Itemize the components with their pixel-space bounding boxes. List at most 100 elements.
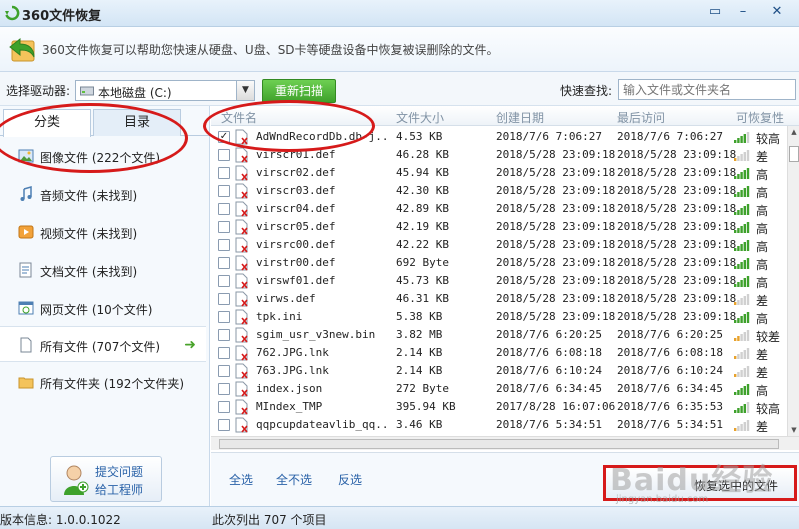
signal-bars-icon	[734, 366, 750, 377]
table-row[interactable]: sgim_usr_v3new.bin 3.82 MB 2018/7/6 6:20:2…	[211, 326, 787, 344]
file-size: 4.53 KB	[396, 130, 443, 143]
category-images[interactable]: 图像文件 (222个文件)	[0, 138, 206, 174]
row-checkbox[interactable]	[218, 221, 230, 233]
table-row[interactable]: virswf01.def 45.73 KB 2018/5/28 23:09:18 20…	[211, 272, 787, 290]
table-row[interactable]: virscr05.def 42.19 KB 2018/5/28 23:09:18 20…	[211, 218, 787, 236]
table-row[interactable]: virscr04.def 42.89 KB 2018/5/28 23:09:18 20…	[211, 200, 787, 218]
table-row[interactable]: MIndex_TMP 395.94 KB 2017/8/28 16:07:06 201…	[211, 398, 787, 416]
file-size: 42.89 KB	[396, 202, 449, 215]
close-button[interactable]: ✕	[766, 2, 788, 22]
accessed-date: 2018/5/28 23:09:18	[617, 256, 737, 269]
signal-bars-icon	[734, 258, 750, 269]
drive-select[interactable]: 本地磁盘 (C:) ▼	[75, 80, 255, 101]
row-checkbox[interactable]	[218, 167, 230, 179]
table-row[interactable]: virws.def 46.31 KB 2018/5/28 23:09:18 2018/…	[211, 290, 787, 308]
file-size: 2.14 KB	[396, 346, 443, 359]
signal-bars-icon	[734, 402, 750, 413]
table-row[interactable]: tpk.ini 5.38 KB 2018/5/28 23:09:18 2018/5/2…	[211, 308, 787, 326]
table-row[interactable]: virscr03.def 42.30 KB 2018/5/28 23:09:18 20…	[211, 182, 787, 200]
created-date: 2018/7/6 6:34:45	[496, 382, 602, 395]
invert-selection-link[interactable]: 反选	[338, 471, 362, 488]
file-size: 42.22 KB	[396, 238, 449, 251]
row-checkbox[interactable]	[218, 293, 230, 305]
search-input[interactable]	[618, 79, 796, 100]
feedback-line2: 给工程师	[95, 483, 144, 497]
row-checkbox[interactable]	[218, 257, 230, 269]
engineer-icon	[64, 465, 89, 495]
tab-category[interactable]: 分类	[3, 109, 91, 137]
table-row[interactable]: 762.JPG.lnk 2.14 KB 2018/7/6 6:08:18 2018/7…	[211, 344, 787, 362]
deleted-file-icon	[235, 147, 248, 163]
row-checkbox[interactable]	[218, 347, 230, 359]
row-checkbox[interactable]	[218, 275, 230, 287]
file-name: virsrc00.def	[256, 238, 336, 251]
deleted-file-icon	[235, 345, 248, 361]
file-name: virws.def	[256, 292, 316, 305]
horizontal-scrollbar[interactable]	[211, 436, 799, 450]
row-checkbox[interactable]	[218, 419, 230, 431]
table-row[interactable]: virscr01.def 46.28 KB 2018/5/28 23:09:18 20…	[211, 146, 787, 164]
category-video[interactable]: 视频文件 (未找到)	[0, 214, 206, 250]
category-web[interactable]: 网页文件 (10个文件)	[0, 290, 206, 326]
column-header-name[interactable]: 文件名	[221, 109, 257, 126]
table-row[interactable]: 763.JPG.lnk 2.14 KB 2018/7/6 6:10:24 2018/7…	[211, 362, 787, 380]
app-logo-icon	[5, 5, 20, 21]
rescan-button[interactable]: 重新扫描	[262, 79, 336, 103]
select-all-link[interactable]: 全选	[229, 471, 253, 488]
vertical-scrollbar[interactable]: ▲ ▼	[787, 126, 799, 436]
version-info: 版本信息: 1.0.0.1022	[0, 513, 121, 527]
column-header-created[interactable]: 创建日期	[496, 109, 544, 126]
accessed-date: 2018/7/6 5:34:51	[617, 418, 723, 431]
scroll-down-icon[interactable]: ▼	[788, 424, 799, 436]
accessed-date: 2018/5/28 23:09:18	[617, 238, 737, 251]
row-checkbox[interactable]	[218, 365, 230, 377]
banner-text: 360文件恢复可以帮助您快速从硬盘、U盘、SD卡等硬盘设备中恢复被误删除的文件。	[42, 43, 499, 57]
category-audio[interactable]: 音频文件 (未找到)	[0, 176, 206, 212]
deleted-file-icon	[235, 201, 248, 217]
file-name: virscr01.def	[256, 148, 336, 161]
row-checkbox[interactable]	[218, 203, 230, 215]
table-row[interactable]: qqpcupdateavlib_qq... 3.46 KB 2018/7/6 5:3…	[211, 416, 787, 434]
row-checkbox[interactable]	[218, 185, 230, 197]
table-row[interactable]: virscr02.def 45.94 KB 2018/5/28 23:09:18 20…	[211, 164, 787, 182]
row-checkbox[interactable]	[218, 329, 230, 341]
signal-bars-icon	[734, 168, 750, 179]
table-row[interactable]: ✓ AdWndRecordDb.db-j... 4.53 KB 2018/7/6 7:…	[211, 128, 787, 146]
row-checkbox[interactable]	[218, 239, 230, 251]
contact-engineer-button[interactable]: 提交问题 给工程师	[50, 456, 162, 502]
deleted-file-icon	[235, 399, 248, 415]
category-all-folders[interactable]: 所有文件夹 (192个文件夹)	[0, 364, 206, 400]
table-row[interactable]: virstr00.def 692 Byte 2018/5/28 23:09:18 20…	[211, 254, 787, 272]
chevron-down-icon[interactable]: ▼	[236, 81, 254, 100]
scroll-up-icon[interactable]: ▲	[788, 126, 799, 138]
row-checkbox[interactable]	[218, 401, 230, 413]
signal-bars-icon	[734, 420, 750, 431]
restore-down-button[interactable]: ▭	[704, 2, 726, 22]
row-checkbox[interactable]	[218, 383, 230, 395]
minimize-button[interactable]: –	[732, 2, 754, 22]
scroll-thumb[interactable]	[789, 146, 799, 162]
row-checkbox[interactable]	[218, 311, 230, 323]
table-row[interactable]: index.json 272 Byte 2018/7/6 6:34:45 2018/7…	[211, 380, 787, 398]
signal-bars-icon	[734, 276, 750, 287]
file-size: 272 Byte	[396, 382, 449, 395]
column-header-size[interactable]: 文件大小	[396, 109, 444, 126]
table-row[interactable]: virsrc00.def 42.22 KB 2018/5/28 23:09:18 20…	[211, 236, 787, 254]
row-checkbox[interactable]	[218, 149, 230, 161]
category-documents[interactable]: 文档文件 (未找到)	[0, 252, 206, 288]
column-header-recoverability[interactable]: 可恢复性	[736, 109, 784, 126]
row-checkbox[interactable]: ✓	[218, 131, 230, 143]
accessed-date: 2018/5/28 23:09:18	[617, 166, 737, 179]
column-header-accessed[interactable]: 最后访问	[617, 109, 665, 126]
hscroll-thumb[interactable]	[219, 439, 779, 449]
file-size: 3.82 MB	[396, 328, 443, 341]
recoverability: 高	[756, 186, 769, 200]
accessed-date: 2018/7/6 7:06:27	[617, 130, 723, 143]
file-size: 46.28 KB	[396, 148, 449, 161]
category-all-files[interactable]: 所有文件 (707个文件) ➜	[0, 326, 206, 362]
recoverability: 差	[756, 150, 769, 164]
signal-bars-icon	[734, 384, 750, 395]
accessed-date: 2018/5/28 23:09:18	[617, 202, 737, 215]
tab-directory[interactable]: 目录	[93, 109, 181, 136]
select-none-link[interactable]: 全不选	[276, 471, 312, 488]
